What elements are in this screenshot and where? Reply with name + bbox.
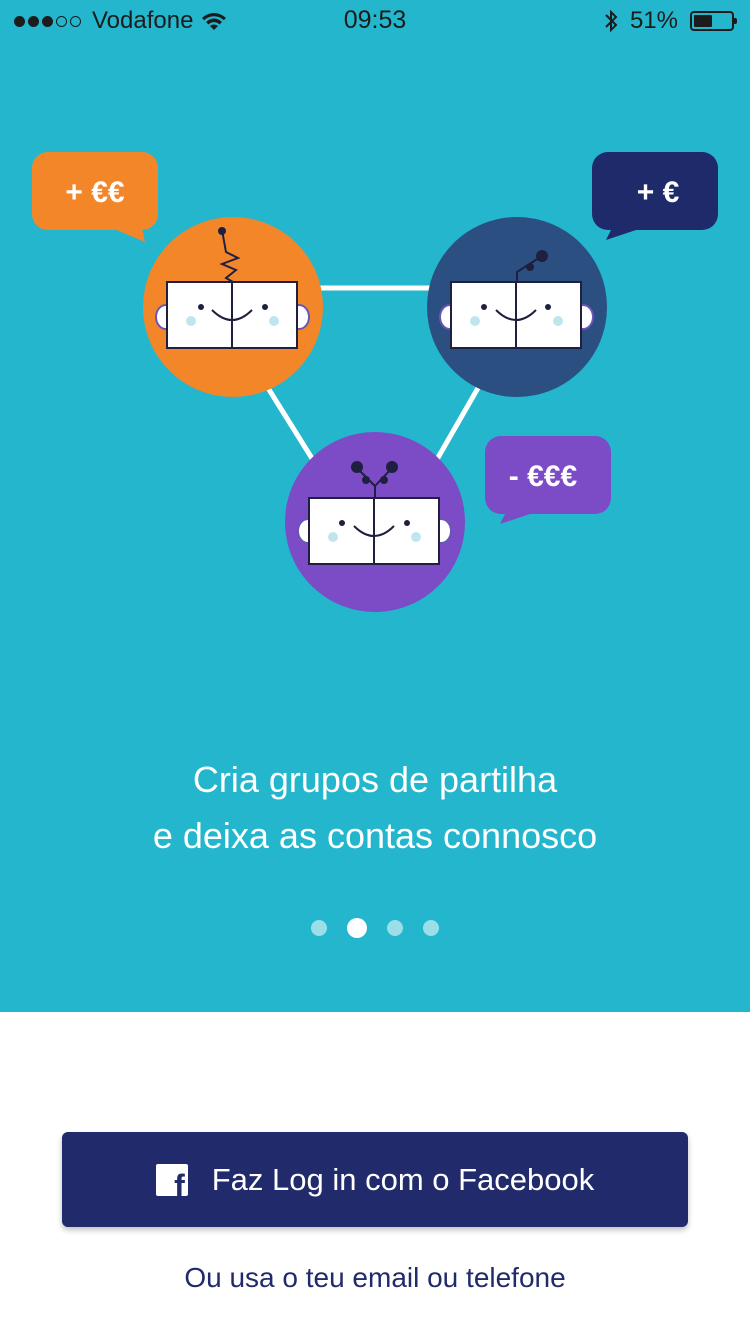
page-dot-1[interactable] — [311, 920, 327, 936]
email-phone-login-link[interactable]: Ou usa o teu email ou telefone — [0, 1262, 750, 1294]
speech-bubble-orange: + €€ — [32, 152, 158, 242]
page-indicator[interactable] — [0, 918, 750, 938]
onboarding-tagline: Cria grupos de partilha e deixa as conta… — [0, 752, 750, 864]
facebook-login-button[interactable]: f Faz Log in com o Facebook — [62, 1132, 688, 1227]
facebook-login-label: Faz Log in com o Facebook — [211, 1161, 595, 1197]
battery-icon — [690, 11, 737, 31]
bluetooth-icon — [605, 9, 618, 33]
character-orange — [143, 217, 323, 397]
connector-line — [265, 386, 321, 470]
battery-tip — [734, 18, 737, 24]
battery-percent: 51% — [629, 7, 678, 34]
group-sharing-illustration: + €€ + € - €€€ — [32, 152, 718, 612]
bubble-label-purple: - €€€ — [509, 460, 578, 493]
character-navy — [427, 217, 607, 397]
bubble-label-navy: + € — [637, 176, 680, 209]
bubble-label-orange: + €€ — [65, 176, 125, 209]
character-purple — [285, 432, 465, 612]
onboarding-hero: Vodafone 09:53 51% + €€ + € - €€€ Cria g… — [0, 0, 750, 1012]
page-dot-2-active[interactable] — [347, 918, 367, 938]
page-dot-3[interactable] — [387, 920, 403, 936]
battery-fill — [694, 15, 713, 27]
speech-bubble-navy: + € — [592, 152, 718, 240]
speech-bubble-purple: - €€€ — [485, 436, 611, 524]
tagline-line-1: Cria grupos de partilha — [192, 759, 558, 800]
tagline-line-2: e deixa as contas connosco — [152, 815, 598, 856]
system-indicators: 51% — [604, 7, 737, 35]
facebook-icon: f — [155, 1163, 188, 1196]
connector-line — [429, 386, 481, 470]
status-bar: Vodafone 09:53 51% — [0, 0, 750, 40]
page-dot-4[interactable] — [423, 920, 439, 936]
